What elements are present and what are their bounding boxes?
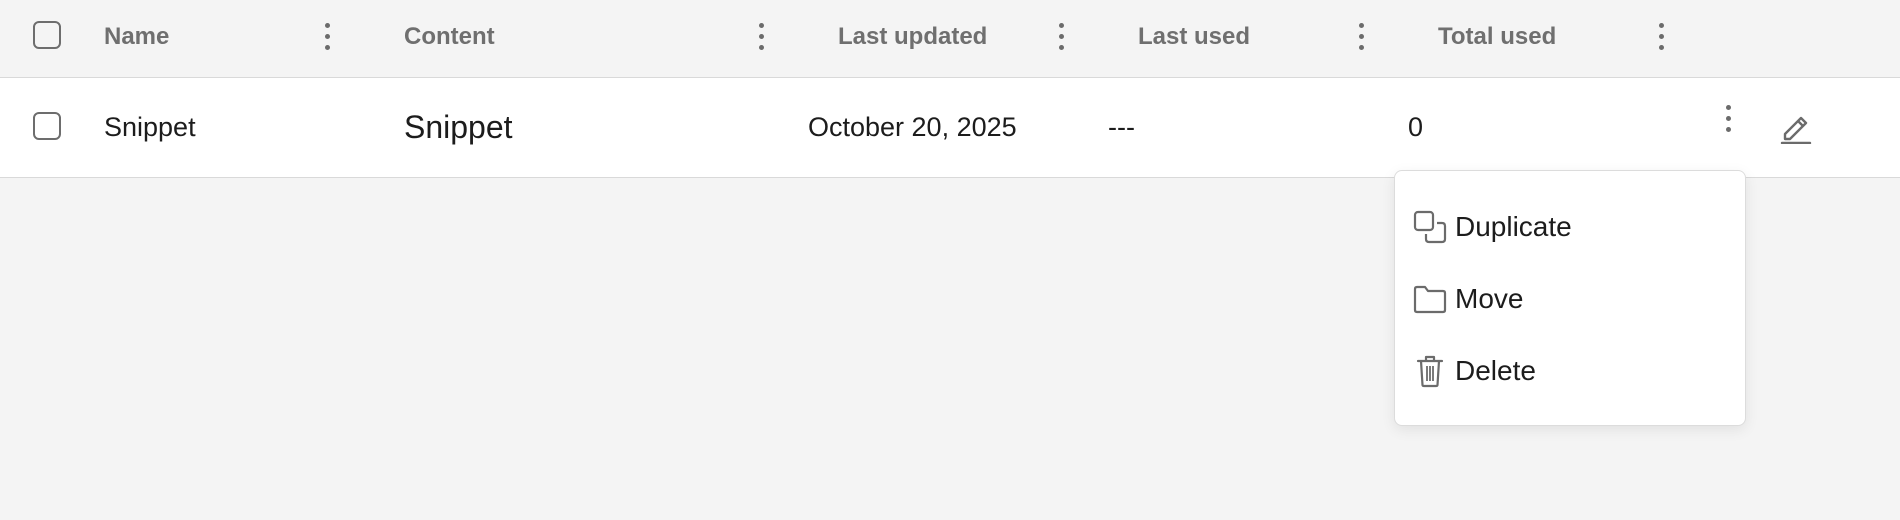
column-menu-content[interactable] [746, 16, 776, 56]
column-menu-last-updated[interactable] [1046, 16, 1076, 56]
row-name[interactable]: Snippet [104, 78, 196, 177]
row-actions-menu: Duplicate Move Delete [1394, 170, 1746, 426]
menu-item-move[interactable]: Move [1413, 275, 1729, 323]
column-header-total-used[interactable]: Total used [1438, 0, 1556, 77]
row-last-updated: October 20, 2025 [808, 112, 1017, 142]
menu-item-delete[interactable]: Delete [1413, 347, 1729, 395]
menu-item-label: Move [1455, 283, 1524, 314]
row-content: Snippet [404, 109, 513, 145]
kebab-icon [1358, 22, 1364, 28]
menu-item-duplicate[interactable]: Duplicate [1413, 203, 1729, 251]
table-header: Name Content Last updated Last used Tota… [0, 0, 1900, 78]
pencil-icon [1780, 116, 1812, 144]
row-total-used: 0 [1408, 112, 1424, 142]
table-row[interactable]: Snippet Snippet October 20, 2025 --- 0 [0, 78, 1900, 178]
row-checkbox[interactable] [33, 112, 61, 140]
row-actions-button[interactable] [1713, 98, 1743, 138]
select-all-checkbox[interactable] [33, 21, 61, 49]
trash-icon [1413, 354, 1447, 388]
kebab-icon [324, 22, 330, 28]
kebab-icon [1725, 104, 1731, 110]
column-header-last-used[interactable]: Last used [1138, 0, 1250, 77]
kebab-icon [1658, 22, 1664, 28]
kebab-icon [1058, 22, 1064, 28]
duplicate-icon [1413, 210, 1447, 244]
folder-icon [1413, 282, 1447, 316]
column-header-last-updated[interactable]: Last updated [838, 0, 987, 77]
column-header-name[interactable]: Name [104, 0, 169, 77]
edit-button[interactable] [1778, 106, 1814, 146]
snippets-table: Name Content Last updated Last used Tota… [0, 0, 1900, 178]
column-header-content[interactable]: Content [404, 0, 495, 77]
kebab-icon [758, 22, 764, 28]
menu-item-label: Duplicate [1455, 211, 1572, 242]
column-menu-name[interactable] [312, 16, 342, 56]
row-last-used: --- [1108, 112, 1135, 142]
menu-item-label: Delete [1455, 355, 1536, 386]
column-menu-total-used[interactable] [1646, 16, 1676, 56]
column-menu-last-used[interactable] [1346, 16, 1376, 56]
